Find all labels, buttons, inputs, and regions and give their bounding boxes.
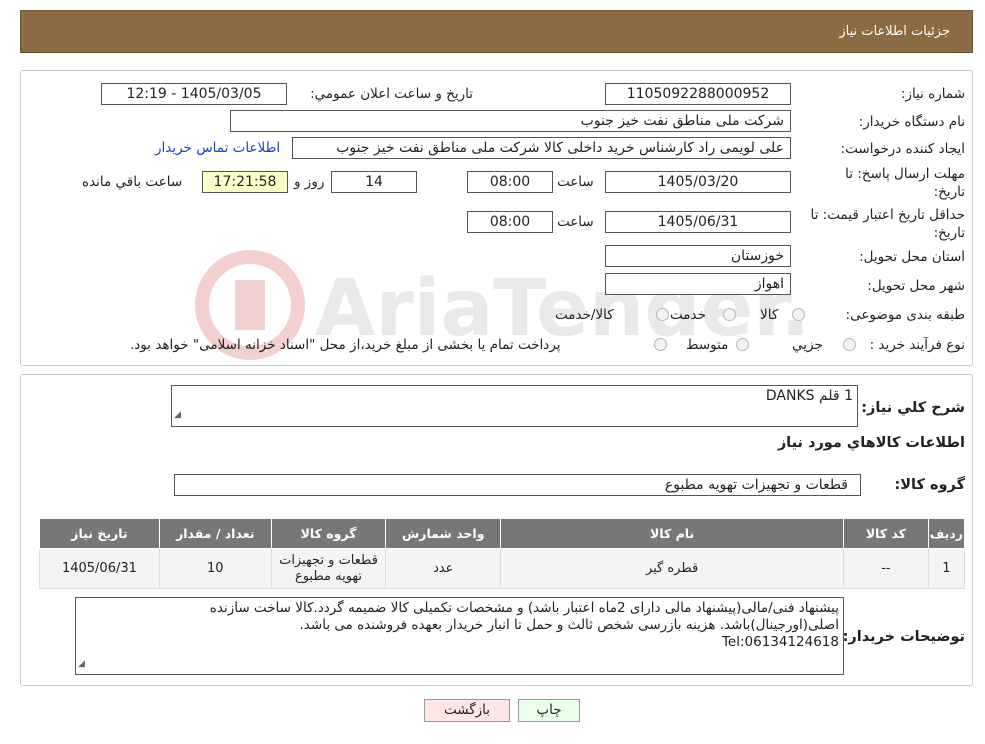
validity-date-field: 1405/06/31 (605, 211, 791, 233)
resize-grip-icon[interactable]: ◢ (174, 405, 181, 425)
process-radio-medium[interactable] (736, 338, 749, 351)
city-label: شهر محل تحويل: (867, 278, 965, 294)
remaining-time-field: 17:21:58 (202, 171, 288, 193)
category-option-goods-service: کالا/خدمت (555, 307, 614, 323)
announce-label: تاریخ و ساعت اعلان عمومي: (310, 86, 473, 102)
col-header-group: گروه کالا (270, 518, 387, 549)
deadline-time-field: 08:00 (467, 171, 553, 193)
goods-info-title: اطلاعات کالاهاي مورد نياز (777, 435, 965, 451)
validity-label-line1: حداقل تاريخ اعتبار قيمت: تا (810, 207, 965, 223)
process-label: نوع فرآيند خريد : (869, 337, 965, 353)
process-radio-treasury[interactable] (654, 338, 667, 351)
cell-name: قطره گیر (500, 548, 845, 589)
need-number-field: 1105092288000952 (605, 83, 791, 105)
validity-time-field: 08:00 (467, 211, 553, 233)
category-radio-goods[interactable] (792, 308, 805, 321)
days-field: 14 (331, 171, 417, 193)
city-field: اهواز (605, 273, 791, 295)
table-header-row: رديف کد کالا نام کالا واحد شمارش گروه کا… (39, 518, 966, 549)
cell-unit: عدد (385, 548, 502, 589)
announce-field: 1405/03/05 - 12:19 (101, 83, 287, 105)
notes-field: پیشنهاد فنی/مالی(پیشنهاد مالی دارای 2ماه… (75, 597, 844, 675)
col-header-unit: واحد شمارش (385, 518, 502, 549)
process-note: پرداخت تمام يا بخشی از مبلغ خريد،از محل … (130, 337, 561, 353)
creator-field: علی لویمی راد کارشناس خرید داخلی کالا شر… (292, 137, 791, 159)
cell-qty: 10 (158, 548, 272, 589)
deadline-label-line1: مهلت ارسال پاسخ: تا (845, 166, 965, 182)
province-label: استان محل تحويل: (859, 249, 965, 265)
process-option-minor: جزيي (792, 337, 823, 353)
process-radio-minor[interactable] (843, 338, 856, 351)
deadline-time-label: ساعت (557, 174, 594, 190)
notes-label: توضيحات خريدار: (842, 629, 965, 645)
col-header-row-no: رديف (927, 518, 966, 549)
category-radio-service[interactable] (723, 308, 736, 321)
validity-label-line2: تاريخ: (933, 225, 965, 241)
buyer-label: نام دستگاه خريدار: (858, 114, 965, 130)
category-radio-goods-service[interactable] (656, 308, 669, 321)
page-header: جزئیات اطلاعات نیاز (20, 10, 973, 53)
creator-label: ايجاد کننده درخواست: (840, 141, 965, 157)
print-button[interactable]: چاپ (518, 699, 580, 722)
notes-line-1: پیشنهاد فنی/مالی(پیشنهاد مالی دارای 2ماه… (209, 600, 839, 616)
need-number-label: شماره نیاز: (900, 86, 965, 102)
buyer-field: شرکت ملی مناطق نفت خیز جنوب (230, 110, 791, 132)
resize-grip-icon[interactable]: ◢ (78, 656, 85, 673)
col-header-code: کد کالا (843, 518, 929, 549)
province-field: خوزستان (605, 245, 791, 267)
deadline-label-line2: تاريخ: (933, 184, 965, 200)
back-button[interactable]: بازگشت (424, 699, 510, 722)
notes-line-2: اصلی(اورجینال)باشد. هزینه بازرسی شخص ثال… (299, 617, 839, 633)
cell-row-no: 1 (927, 548, 966, 589)
process-option-medium: متوسط (686, 337, 729, 353)
remaining-time-label: ساعت باقي مانده (82, 174, 183, 190)
category-label: طبقه بندی موضوعی: (845, 307, 965, 323)
items-table: رديف کد کالا نام کالا واحد شمارش گروه کا… (39, 518, 966, 589)
category-option-goods: کالا (760, 307, 779, 323)
group-field: قطعات و تجهیزات تهویه مطبوع (174, 474, 861, 496)
cell-date: 1405/06/31 (39, 548, 160, 589)
buyer-contact-link[interactable]: اطلاعات تماس خريدار (155, 140, 280, 156)
col-header-date: تاريخ نياز (39, 518, 160, 549)
category-option-service: خدمت (670, 307, 706, 323)
table-row: 1 -- قطره گیر عدد قطعات و تجهیزات تهویه … (39, 548, 966, 589)
desc-value: 1 قلم DANKS (765, 388, 853, 404)
validity-time-label: ساعت (557, 214, 594, 230)
days-label: روز و (294, 174, 325, 190)
group-label: گروه کالا: (894, 477, 965, 493)
cell-group: قطعات و تجهیزات تهویه مطبوع (270, 548, 387, 589)
deadline-date-field: 1405/03/20 (605, 171, 791, 193)
col-header-name: نام کالا (500, 518, 845, 549)
desc-label: شرح کلي نياز: (861, 400, 965, 416)
notes-line-3: Tel:06134124618 (721, 634, 839, 650)
page-title: جزئیات اطلاعات نیاز (839, 24, 950, 39)
desc-field: 1 قلم DANKS ◢ (171, 385, 858, 427)
cell-code: -- (843, 548, 929, 589)
col-header-qty: تعداد / مقدار (158, 518, 272, 549)
